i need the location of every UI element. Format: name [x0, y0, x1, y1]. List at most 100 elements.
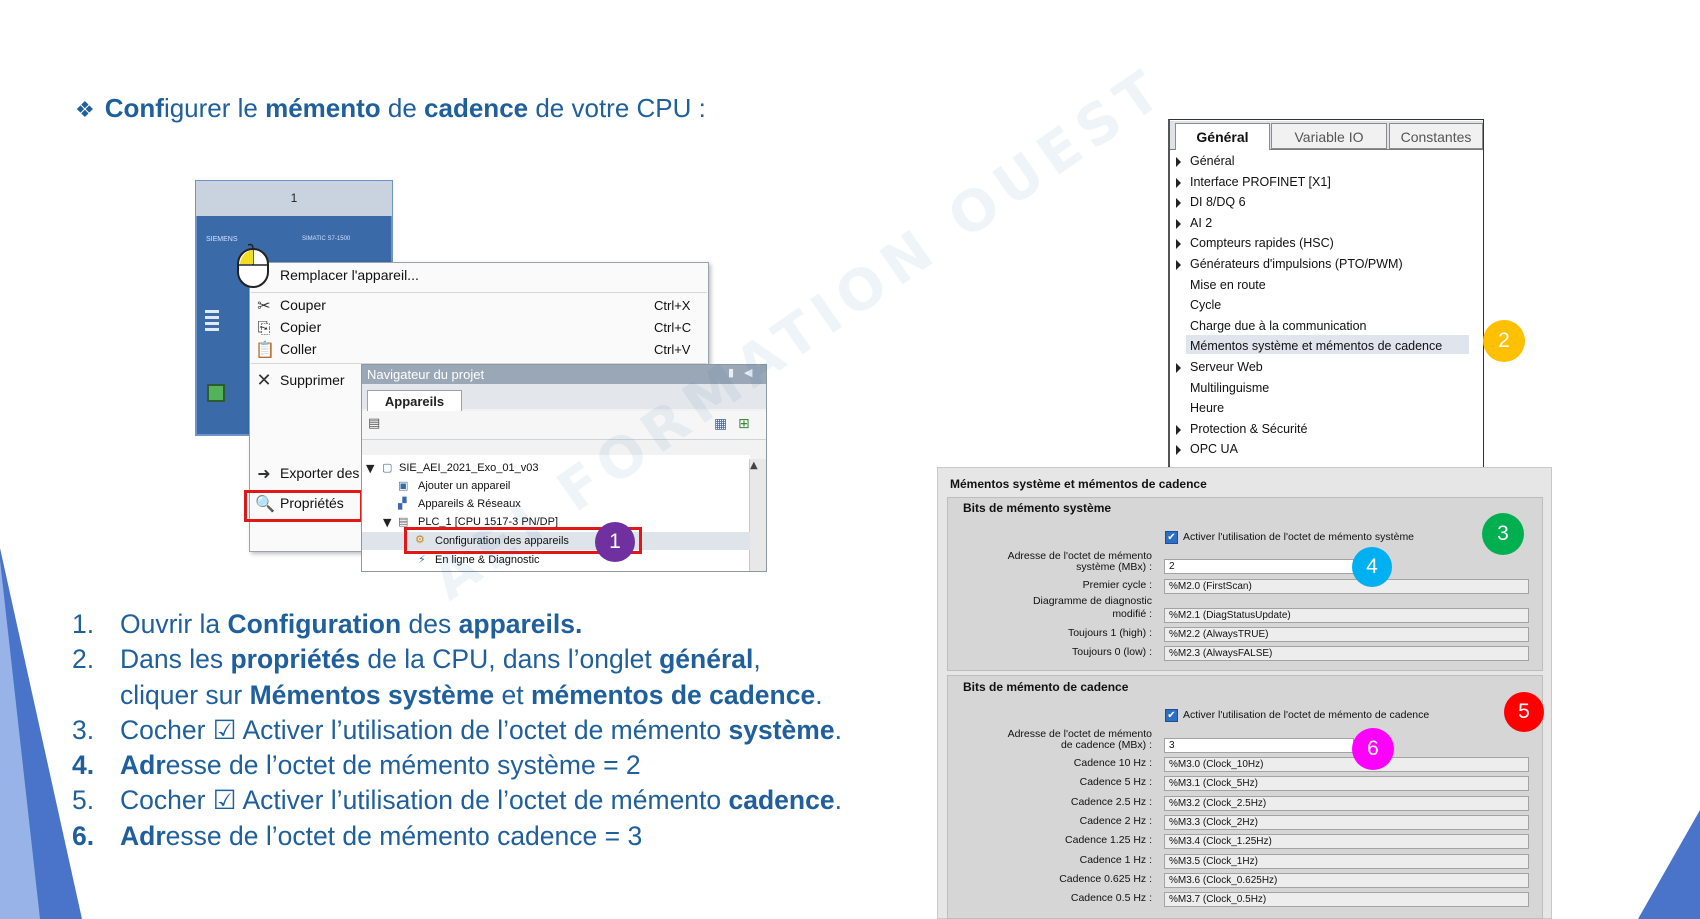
slide-corner-right: [1638, 810, 1700, 919]
clock-field-value[interactable]: %M3.3 (Clock_2Hz): [1164, 814, 1529, 830]
step-text-segment: Cocher ☑ Activer l’utilisation de l’octe…: [120, 785, 729, 816]
expand-arrow-icon[interactable]: [1176, 260, 1181, 270]
toolbar-network-icon[interactable]: ⊞: [738, 416, 750, 432]
steps-list: 1. Ouvrir la Configuration des appareils.…: [72, 607, 842, 854]
step-badge-1: 1: [595, 522, 635, 562]
clock-enable-checkbox[interactable]: ✔: [1165, 709, 1178, 722]
step-text-segment: Mémentos système: [249, 679, 495, 710]
menu-copy[interactable]: Copier: [280, 319, 321, 335]
clock-field-value[interactable]: %M3.5 (Clock_1Hz): [1164, 853, 1529, 869]
tree-expand-icon[interactable]: ▼: [383, 516, 391, 529]
system-addr-label-2: système (MBx) :: [1076, 561, 1152, 573]
step-text-segment: propriétés: [230, 644, 361, 675]
properties-item[interactable]: Compteurs rapides (HSC): [1190, 236, 1334, 250]
clock-field-label: Cadence 2.5 Hz :: [1070, 795, 1152, 808]
properties-item[interactable]: Général: [1190, 154, 1234, 168]
expand-arrow-icon[interactable]: [1176, 363, 1181, 373]
properties-item[interactable]: Heure: [1190, 401, 1224, 415]
menu-properties[interactable]: Propriétés: [280, 495, 344, 511]
system-field-value[interactable]: %M2.0 (FirstScan): [1164, 579, 1529, 594]
tab-variable-io[interactable]: Variable IO: [1271, 123, 1387, 149]
menu-separator: [251, 292, 707, 293]
scroll-up-icon[interactable]: ▲: [750, 460, 758, 471]
properties-item[interactable]: DI 8/DQ 6: [1190, 195, 1246, 209]
clock-addr-label-2: de cadence (MBx) :: [1060, 739, 1152, 751]
memento-panel-title: Mémentos système et mémentos de cadence: [950, 477, 1207, 491]
title-segment: mémento: [265, 93, 381, 123]
navigator-scrollbar[interactable]: [749, 459, 766, 571]
copy-icon: ⎘: [257, 318, 271, 337]
expand-arrow-icon[interactable]: [1176, 445, 1181, 456]
devices-networks-icon: ▞: [398, 497, 407, 510]
menu-export[interactable]: Exporter des: [280, 465, 359, 481]
menu-cut-shortcut: Ctrl+X: [654, 298, 691, 313]
expand-arrow-icon[interactable]: [1176, 424, 1181, 435]
clock-field-value[interactable]: %M3.1 (Clock_5Hz): [1164, 776, 1529, 792]
step-text-segment: système: [728, 714, 835, 745]
step-text-segment: cliquer sur: [120, 679, 250, 710]
tab-appareils[interactable]: Appareils: [367, 390, 462, 412]
plc-leds: [205, 310, 219, 332]
properties-item[interactable]: Serveur Web: [1190, 360, 1263, 374]
expand-arrow-icon[interactable]: [1176, 177, 1181, 188]
step-badge-5: 5: [1504, 692, 1544, 732]
title-segment: Conf: [104, 93, 164, 123]
title-segment: de: [380, 93, 425, 123]
clock-field-value[interactable]: %M3.4 (Clock_1.25Hz): [1164, 834, 1529, 850]
tab-general[interactable]: Général: [1175, 123, 1270, 150]
expand-arrow-icon[interactable]: [1176, 218, 1181, 229]
tab-constantes[interactable]: Constantes: [1389, 123, 1483, 149]
clock-field-value[interactable]: %M3.0 (Clock_10Hz): [1164, 757, 1529, 772]
properties-item[interactable]: Multilinguisme: [1190, 381, 1269, 395]
step-row: 3. Cocher ☑ Activer l’utilisation de l’oc…: [72, 713, 842, 748]
properties-item[interactable]: OPC UA: [1190, 442, 1238, 456]
clock-field-label: Cadence 2 Hz :: [1079, 814, 1152, 827]
expand-arrow-icon[interactable]: [1176, 239, 1181, 250]
properties-item[interactable]: Mémentos système et mémentos de cadence: [1190, 339, 1442, 353]
system-field-value[interactable]: %M2.2 (AlwaysTRUE): [1164, 627, 1529, 642]
properties-item[interactable]: Protection & Sécurité: [1190, 422, 1307, 436]
system-field-label: Premier cycle :: [1082, 579, 1152, 591]
tree-expand-icon[interactable]: ▼: [366, 462, 374, 475]
clock-field-label: Cadence 5 Hz :: [1079, 776, 1152, 789]
step-text-segment: ,: [753, 644, 761, 675]
tree-item-project[interactable]: SIE_AEI_2021_Exo_01_v03: [399, 462, 538, 474]
step-text-segment: .: [815, 679, 823, 710]
menu-delete[interactable]: Supprimer: [280, 372, 345, 388]
properties-item[interactable]: Mise en route: [1190, 278, 1266, 292]
magnifier-icon: 🔍: [255, 494, 275, 513]
toolbar-tree-icon[interactable]: ▤: [368, 416, 380, 431]
properties-item[interactable]: Cycle: [1190, 298, 1221, 312]
clock-addr-input[interactable]: 3: [1164, 738, 1354, 753]
clock-field-value[interactable]: %M3.6 (Clock_0.625Hz): [1164, 872, 1529, 888]
step-text-segment: .: [834, 785, 842, 816]
step-text-segment: Configuration: [227, 609, 402, 639]
system-enable-checkbox[interactable]: ✔: [1165, 531, 1178, 544]
system-field-value[interactable]: %M2.1 (DiagStatusUpdate): [1164, 608, 1529, 623]
properties-item[interactable]: Interface PROFINET [X1]: [1190, 175, 1331, 189]
export-arrow-icon: ➜: [257, 464, 271, 483]
system-field-value[interactable]: %M2.3 (AlwaysFALSE): [1164, 646, 1529, 661]
clock-field-value[interactable]: %M3.2 (Clock_2.5Hz): [1164, 795, 1529, 811]
properties-item[interactable]: AI 2: [1190, 216, 1212, 230]
clock-field-value[interactable]: %M3.7 (Clock_0.5Hz): [1164, 892, 1529, 908]
system-field-label: modifié :: [1112, 608, 1152, 620]
menu-paste[interactable]: Coller: [280, 341, 317, 357]
system-addr-input[interactable]: 2: [1164, 559, 1354, 574]
plc-model: SIMATIC S7-1500: [302, 236, 351, 242]
menu-cut[interactable]: Couper: [280, 297, 326, 313]
step-text: Adresse de l’octet de mémento système = …: [120, 748, 641, 783]
add-device-icon: ▣: [398, 479, 409, 492]
properties-item[interactable]: Charge due à la communication: [1190, 319, 1367, 333]
step-badge-3: 3: [1482, 513, 1524, 555]
expand-arrow-icon[interactable]: [1176, 198, 1181, 209]
properties-item[interactable]: Générateurs d'impulsions (PTO/PWM): [1190, 257, 1403, 271]
expand-arrow-icon[interactable]: [1176, 157, 1181, 167]
menu-replace-device[interactable]: Remplacer l'appareil...: [280, 267, 419, 283]
slide-corner-left-light: [0, 560, 40, 919]
tree-item-add-device[interactable]: Ajouter un appareil: [418, 480, 510, 492]
step-text-segment: esse de l’octet de mémento système = 2: [165, 750, 641, 781]
step-text-segment: mémentos de cadence: [530, 679, 816, 710]
step-text: Dans les propriétés de la CPU, dans l’on…: [120, 642, 761, 677]
step-text-segment: Adr: [120, 750, 166, 781]
